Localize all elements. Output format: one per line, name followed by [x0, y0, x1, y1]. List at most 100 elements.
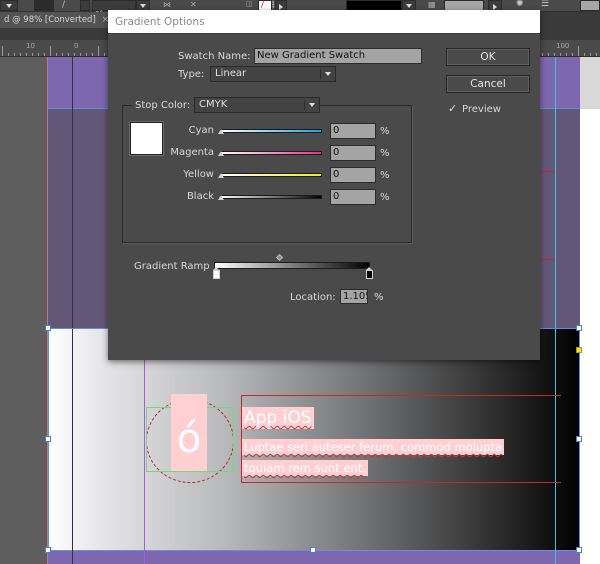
- swatch-name-label: Swatch Name:: [178, 51, 251, 62]
- ruler-tick: [2, 46, 3, 56]
- resize-handle-bottom-mid[interactable]: [310, 547, 316, 553]
- flip-horizontal-icon[interactable]: ⋈: [163, 0, 171, 9]
- ruler-tick: [548, 53, 549, 56]
- percent-unit: %: [380, 170, 390, 181]
- location-input[interactable]: 1.105: [340, 289, 368, 304]
- channel-slider-black[interactable]: [220, 195, 322, 199]
- channel-input-cyan[interactable]: 0: [330, 123, 376, 139]
- frame-edge-marker: [540, 171, 555, 172]
- slider-thumb[interactable]: [218, 129, 224, 134]
- ruler-tick: [578, 46, 579, 56]
- align-icon[interactable]: ☰: [541, 0, 549, 9]
- percent-unit: %: [380, 148, 390, 159]
- preview-checkbox[interactable]: ✓: [448, 103, 458, 114]
- channel-input-black[interactable]: 0: [330, 189, 376, 205]
- opacity-icon: ▦: [428, 0, 436, 9]
- column-guide: [72, 57, 73, 564]
- resize-handle-mid-left[interactable]: [45, 436, 51, 442]
- ruler-tick: [560, 53, 561, 56]
- body-text-line-2[interactable]: tquiam rem sunt ent.: [242, 460, 368, 476]
- preview-label[interactable]: Preview: [462, 104, 501, 115]
- ruler-tick: [584, 53, 585, 56]
- resize-handle-bottom-right[interactable]: [576, 547, 582, 553]
- gradient-ramp[interactable]: [214, 262, 370, 269]
- percent-unit: %: [380, 126, 390, 137]
- ruler-tick: [98, 46, 99, 56]
- panel-toggle[interactable]: [580, 0, 600, 11]
- ruler-tick: [68, 53, 69, 56]
- indesign-workspace: / 0° ⋈ ✕ ◫ ⇶ / ▦ 100% ✺ ☰ d @ 98% [Conve…: [0, 0, 600, 564]
- rotation-stepper[interactable]: [80, 0, 90, 11]
- ruler-tick: [542, 53, 543, 56]
- slider-thumb[interactable]: [218, 195, 224, 200]
- ruler-tick: [20, 53, 21, 56]
- gradient-ramp-label: Gradient Ramp: [134, 261, 210, 272]
- ruler-tick: [596, 53, 597, 56]
- control-swatch[interactable]: [34, 0, 54, 11]
- channel-slider-magenta[interactable]: [220, 151, 322, 155]
- ruler-tick: [32, 53, 33, 56]
- type-select-value: Linear: [215, 68, 247, 79]
- channel-label-yellow: Yellow: [183, 169, 214, 180]
- ruler-label: 0: [74, 42, 79, 50]
- ruler-tick: [590, 53, 591, 56]
- control-dropdown[interactable]: [0, 0, 18, 11]
- channel-label-cyan: Cyan: [188, 125, 214, 136]
- body-text-line-1[interactable]: Luptae seri auteser ferum, commod molupt…: [242, 439, 505, 455]
- resize-handle-mid-right[interactable]: [576, 436, 582, 442]
- stroke-align-icon[interactable]: ◫: [246, 0, 253, 8]
- swatch-name-input[interactable]: New Gradient Swatch: [254, 48, 422, 64]
- cancel-button[interactable]: Cancel: [446, 75, 530, 93]
- type-select[interactable]: Linear: [210, 66, 336, 82]
- stop-color-mode-value: CMYK: [199, 99, 228, 110]
- dialog-title[interactable]: Gradient Options: [108, 10, 540, 34]
- ruler-guide-purple: [144, 328, 145, 564]
- ruler-tick: [74, 53, 75, 56]
- chevron-down-icon: [309, 103, 315, 107]
- ruler-tick: [86, 53, 87, 56]
- live-corner-handle[interactable]: [576, 347, 582, 353]
- ruler-tick: [62, 53, 63, 56]
- channel-slider-cyan[interactable]: [220, 129, 322, 133]
- resize-handle-top-right[interactable]: [576, 325, 582, 331]
- gradient-midpoint-diamond[interactable]: [275, 253, 284, 262]
- ruler-tick: [56, 53, 57, 56]
- ruler-tick: [572, 53, 573, 56]
- channel-label-magenta: Magenta: [170, 147, 214, 158]
- ruler-tick: [44, 53, 45, 56]
- slider-thumb[interactable]: [218, 151, 224, 156]
- ruler-guide-cyan: [555, 57, 556, 564]
- percent-unit: %: [380, 192, 390, 203]
- ruler-tick: [50, 46, 51, 56]
- location-label: Location:: [290, 292, 336, 303]
- stop-color-swatch: [130, 122, 163, 155]
- resize-handle-bottom-left[interactable]: [45, 547, 51, 553]
- shear-icon[interactable]: /: [62, 0, 65, 10]
- channel-input-yellow[interactable]: 0: [330, 167, 376, 183]
- gradient-stop-black[interactable]: [366, 267, 373, 279]
- channel-label-black: Black: [186, 191, 214, 202]
- document-tab[interactable]: d @ 98% [Converted] ×: [0, 12, 113, 28]
- resize-handle-top-left[interactable]: [45, 325, 51, 331]
- gradient-stop-white[interactable]: [213, 267, 220, 279]
- adjacent-page-header: [580, 57, 600, 109]
- flip-vertical-icon[interactable]: ✕: [190, 0, 197, 9]
- ruler-tick: [104, 53, 105, 56]
- effects-icon[interactable]: ✺: [516, 0, 524, 9]
- ok-button[interactable]: OK: [446, 48, 530, 66]
- ruler-tick: [8, 53, 9, 56]
- ruler-tick: [92, 53, 93, 56]
- stop-color-mode-select[interactable]: CMYK: [194, 97, 320, 113]
- app-heading-text[interactable]: App iOS: [242, 407, 314, 429]
- slider-thumb[interactable]: [218, 173, 224, 178]
- ruler-label: 100: [556, 42, 570, 50]
- stop-color-label: Stop Color:: [132, 100, 194, 111]
- logo-glyph[interactable]: ó: [171, 394, 207, 471]
- gradient-options-dialog: Gradient Options Swatch Name: New Gradie…: [108, 10, 540, 360]
- ruler-tick: [80, 53, 81, 56]
- frame-edge-marker: [540, 259, 555, 260]
- type-label: Type:: [178, 69, 205, 80]
- channel-slider-yellow[interactable]: [220, 173, 322, 177]
- ruler-label: 10: [26, 42, 35, 50]
- channel-input-magenta[interactable]: 0: [330, 145, 376, 161]
